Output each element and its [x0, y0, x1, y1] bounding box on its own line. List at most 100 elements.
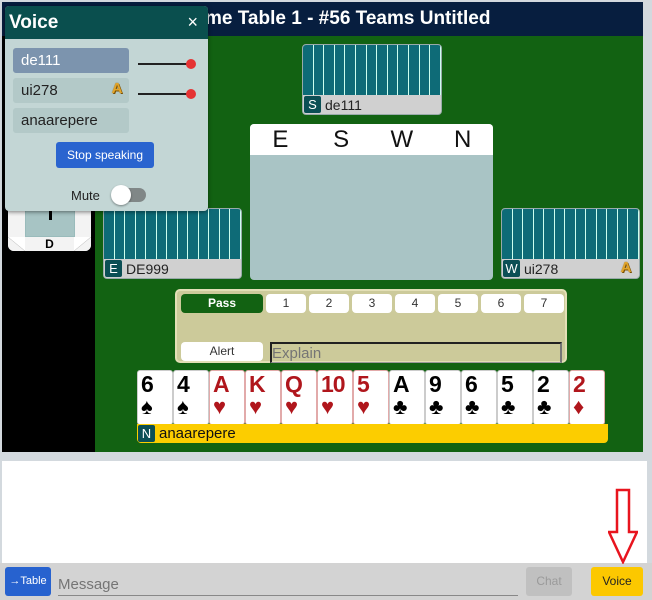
playing-card[interactable]: 2 ♣ [533, 370, 569, 425]
card-back [554, 209, 566, 259]
voice-user-de111[interactable]: de111 [13, 48, 129, 73]
player-label: E DE999 [104, 260, 241, 278]
chat-send-button[interactable]: Chat [526, 567, 572, 596]
card-back [209, 209, 220, 259]
mute-toggle[interactable] [111, 185, 146, 205]
playing-card[interactable]: 5 ♥ [353, 370, 389, 425]
chat-log[interactable] [2, 461, 647, 563]
bid-level-4-button[interactable]: 4 [395, 294, 435, 313]
card-back [512, 209, 524, 259]
auction-col-east: E [272, 126, 289, 153]
card-backs [303, 45, 441, 95]
stop-speaking-button[interactable]: Stop speaking [56, 142, 154, 168]
close-icon[interactable]: × [187, 12, 198, 32]
card-back [219, 209, 231, 259]
playing-card[interactable]: 9 ♣ [425, 370, 461, 425]
bid-level-6-button[interactable]: 6 [481, 294, 521, 313]
dealer-label: D [45, 237, 54, 251]
hand-west: W ui278 A [501, 208, 640, 279]
card-back [313, 45, 325, 95]
playing-card[interactable]: 6 ♣ [461, 370, 497, 425]
playing-card[interactable]: 4 ♠ [173, 370, 209, 425]
card-back [230, 209, 241, 259]
auction-col-south: S [333, 126, 350, 153]
card-back [544, 209, 555, 259]
card-back [586, 209, 597, 259]
pass-button[interactable]: Pass [181, 294, 263, 313]
playing-card[interactable]: 10 ♥ [317, 370, 353, 425]
voice-button[interactable]: Voice [591, 567, 643, 596]
card-back [345, 45, 357, 95]
card-suit-icon: ♥ [249, 394, 263, 419]
audio-badge-icon: A [620, 259, 632, 276]
playing-card[interactable]: K ♥ [245, 370, 281, 425]
volume-slider-de111[interactable] [138, 59, 196, 69]
playing-card[interactable]: A ♥ [209, 370, 245, 425]
hand-north-cards: 6 ♠ 4 ♠ A ♥ K ♥ Q ♥ 10 ♥ 5 ♥ A ♣ 9 ♣ 6 ♣ 5 ♣ 2 ♣ 2 ♦ [137, 370, 605, 425]
playing-card[interactable]: A ♣ [389, 370, 425, 425]
voice-panel-title: Voice [5, 6, 208, 39]
card-suit-icon: ♦ [573, 394, 585, 419]
bid-level-7-button[interactable]: 7 [524, 294, 564, 313]
card-suit-icon: ♠ [141, 394, 153, 419]
bid-level-2-button[interactable]: 2 [309, 294, 349, 313]
voice-user-ui278[interactable]: ui278 A [13, 78, 129, 103]
card-back [387, 45, 399, 95]
playing-card[interactable]: 6 ♠ [137, 370, 173, 425]
volume-slider-ui278[interactable] [138, 89, 196, 99]
bid-level-1-button[interactable]: 1 [266, 294, 306, 313]
card-suit-icon: ♥ [213, 394, 227, 419]
to-table-button[interactable]: →Table [5, 567, 51, 596]
voice-user-anaarepere[interactable]: anaarepere [13, 108, 129, 133]
card-back [533, 209, 545, 259]
playing-card[interactable]: 5 ♣ [497, 370, 533, 425]
slider-handle[interactable] [186, 59, 196, 69]
slider-handle[interactable] [186, 89, 196, 99]
message-input[interactable] [58, 574, 518, 596]
auction-col-west: W [390, 126, 414, 153]
card-back [198, 209, 210, 259]
card-back [167, 209, 178, 259]
player-name[interactable]: DE999 [126, 261, 169, 277]
voice-user-name: ui278 [21, 82, 58, 99]
card-suit-icon: ♣ [501, 394, 516, 419]
card-suit-icon: ♣ [465, 394, 480, 419]
scrollbar-gutter [643, 36, 652, 452]
card-back [366, 45, 378, 95]
player-name[interactable]: de111 [325, 97, 362, 113]
alert-button[interactable]: Alert [181, 342, 263, 361]
bid-level-3-button[interactable]: 3 [352, 294, 392, 313]
card-back [114, 209, 126, 259]
seat-badge: N [138, 425, 155, 442]
card-suit-icon: ♥ [285, 394, 299, 419]
card-back [617, 209, 629, 259]
card-back [324, 45, 335, 95]
card-backs [502, 209, 639, 259]
audio-badge-icon: A [111, 80, 123, 97]
card-back [356, 45, 367, 95]
playing-card[interactable]: 2 ♦ [569, 370, 605, 425]
card-suit-icon: ♠ [177, 394, 189, 419]
hand-east: E DE999 [103, 208, 242, 279]
card-back [377, 45, 388, 95]
card-back [523, 209, 534, 259]
auction-header: E S W N [250, 124, 493, 155]
playing-card[interactable]: Q ♥ [281, 370, 317, 425]
bridge-table-window: me Table 1 - #56 Teams Untitled D S de11… [0, 0, 652, 600]
voice-user-name: de111 [21, 52, 61, 69]
toggle-knob[interactable] [111, 185, 131, 205]
player-label: S de111 [303, 96, 441, 114]
card-back [628, 209, 639, 259]
card-back [398, 45, 410, 95]
player-name[interactable]: ui278 [524, 261, 558, 277]
card-back [409, 45, 420, 95]
player-name[interactable]: anaarepere [159, 425, 236, 442]
card-back [502, 209, 513, 259]
hand-south: S de111 [302, 44, 442, 115]
card-suit-icon: ♥ [357, 394, 371, 419]
bid-level-row: Pass 1 2 3 4 5 6 7 [181, 294, 564, 313]
hand-north-label: N anaarepere [137, 424, 608, 443]
bid-level-5-button[interactable]: 5 [438, 294, 478, 313]
annotation-arrow-icon [608, 488, 638, 564]
explain-input[interactable] [270, 342, 562, 363]
